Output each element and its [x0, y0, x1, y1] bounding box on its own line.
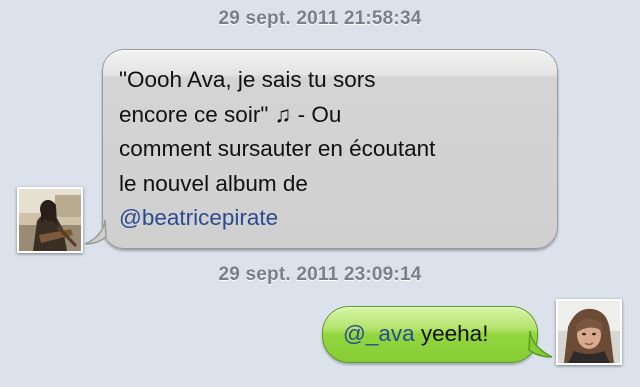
sender-avatar[interactable]	[17, 187, 83, 253]
incoming-message-bubble[interactable]: "Oooh Ava, je sais tu sors encore ce soi…	[102, 49, 558, 249]
message-text: yeeha!	[414, 321, 489, 346]
message-thread: 29 sept. 2011 21:58:34 "Oooh Ava, je sai…	[0, 0, 640, 387]
message-line: le nouvel album de	[119, 170, 308, 196]
user-avatar[interactable]	[556, 299, 622, 365]
bubble-tail	[528, 331, 553, 358]
user-avatar-image	[558, 301, 620, 363]
message-line: comment sursauter en écoutant	[119, 136, 436, 161]
message-timestamp: 29 sept. 2011 21:58:34	[218, 8, 422, 29]
bubble-tail	[84, 220, 107, 245]
sender-avatar-image	[19, 189, 81, 251]
message-line: encore ce soir" ♫ - Ou	[119, 101, 342, 127]
message-line: "Oooh Ava, je sais tu sors	[119, 67, 376, 92]
mention-link[interactable]: @beatricepirate	[119, 201, 549, 236]
outgoing-message-bubble[interactable]: @_ava yeeha!	[322, 306, 538, 363]
message-timestamp: 29 sept. 2011 23:09:14	[218, 264, 422, 285]
incoming-message-text: "Oooh Ava, je sais tu sors encore ce soi…	[119, 63, 549, 236]
outgoing-message-text: @_ava yeeha!	[343, 317, 488, 352]
mention-link[interactable]: @_ava	[343, 321, 415, 346]
